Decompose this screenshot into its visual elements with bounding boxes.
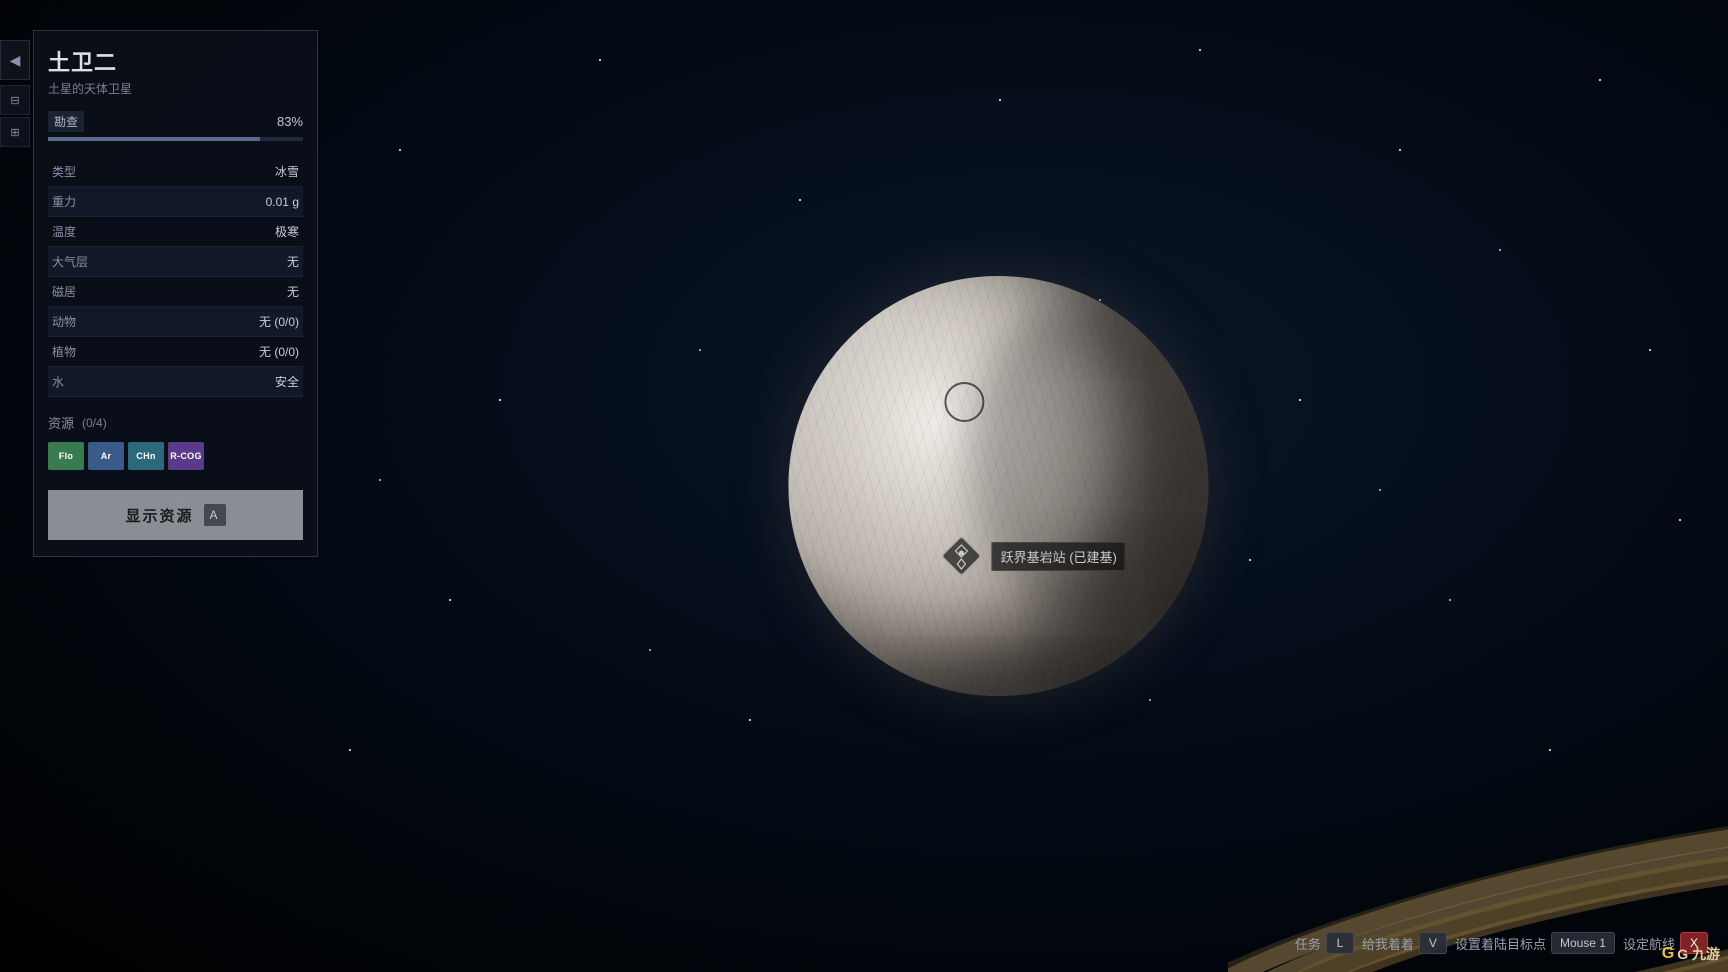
show-resources-label: 显示资源: [125, 505, 193, 526]
survey-section: 勘查 83%: [48, 111, 303, 141]
hud-key-badge[interactable]: L: [1326, 932, 1354, 954]
info-panel: 土卫二 土星的天体卫星 勘查 83% 类型 冰雪 重力 0.01 g 温度 极寒…: [33, 30, 318, 557]
planet-subtitle: 土星的天体卫星: [48, 80, 303, 97]
table-row: 温度 极寒: [48, 217, 303, 247]
orbit-marker: [945, 382, 985, 422]
planet-sphere: [788, 276, 1208, 696]
hud-key-badge[interactable]: V: [1419, 932, 1447, 954]
stat-value: 安全: [163, 367, 303, 397]
resources-header: 资源 (0/4): [48, 413, 303, 432]
stat-key: 植物: [48, 337, 163, 367]
table-row: 植物 无 (0/0): [48, 337, 303, 367]
resources-section: 资源 (0/4) FloArCHnR-COG: [48, 413, 303, 470]
stat-value: 冰雪: [163, 157, 303, 187]
stat-value: 无: [163, 247, 303, 277]
stat-key: 类型: [48, 157, 163, 187]
survey-label: 勘查: [48, 111, 84, 132]
stat-value: 无 (0/0): [163, 307, 303, 337]
planet-display: 跃界基岩站 (已建基): [788, 276, 1208, 696]
show-resources-button[interactable]: 显示资源 A: [48, 490, 303, 540]
resources-label: 资源: [48, 413, 74, 432]
stat-value: 极寒: [163, 217, 303, 247]
survey-percentage: 83%: [277, 114, 303, 129]
hud-key-badge[interactable]: Mouse 1: [1551, 932, 1615, 954]
hud-item-2: 设置着陆目标点 Mouse 1: [1455, 932, 1615, 954]
stat-key: 水: [48, 367, 163, 397]
chevron-left-icon: ◀: [10, 52, 21, 69]
table-row: 类型 冰雪: [48, 157, 303, 187]
sidebar-toggle-button[interactable]: ◀: [0, 40, 30, 80]
hud-label: 设置着陆目标点: [1455, 934, 1546, 953]
survey-bar-fill: [48, 137, 260, 141]
resource-chip: CHn: [128, 442, 164, 470]
stat-key: 重力: [48, 187, 163, 217]
table-row: 重力 0.01 g: [48, 187, 303, 217]
planet-name: 土卫二: [48, 45, 303, 77]
landing-label: 跃界基岩站 (已建基): [992, 542, 1126, 571]
landing-icon: [940, 534, 984, 578]
resource-chip: Ar: [88, 442, 124, 470]
watermark: G G 九游: [1662, 944, 1720, 964]
resource-chip: R-COG: [168, 442, 204, 470]
table-row: 大气层 无: [48, 247, 303, 277]
table-row: 水 安全: [48, 367, 303, 397]
landing-marker[interactable]: 跃界基岩站 (已建基): [940, 534, 1126, 578]
table-row: 动物 无 (0/0): [48, 307, 303, 337]
resource-icons: FloArCHnR-COG: [48, 442, 303, 470]
survey-header: 勘查 83%: [48, 111, 303, 132]
hud-item-0: 任务 L: [1295, 932, 1354, 954]
hud-label: 任务: [1295, 934, 1321, 953]
sidebar-grid-icon[interactable]: ⊞: [0, 117, 30, 147]
map-icon: ⊟: [10, 94, 19, 107]
table-row: 磁居 无: [48, 277, 303, 307]
sidebar-icons-panel: ⊟ ⊞: [0, 85, 30, 147]
stat-key: 大气层: [48, 247, 163, 277]
resources-count: (0/4): [82, 416, 107, 430]
stat-key: 磁居: [48, 277, 163, 307]
resource-chip: Flo: [48, 442, 84, 470]
hud-label: 给我着着: [1362, 934, 1414, 953]
stats-table: 类型 冰雪 重力 0.01 g 温度 极寒 大气层 无 磁居 无 动物 无 (0…: [48, 157, 303, 397]
survey-bar-background: [48, 137, 303, 141]
bottom-hud: 任务 L 给我着着 V 设置着陆目标点 Mouse 1 设定航线 X: [1295, 932, 1708, 954]
stat-value: 无 (0/0): [163, 337, 303, 367]
stat-key: 温度: [48, 217, 163, 247]
grid-icon: ⊞: [10, 126, 19, 139]
stat-value: 0.01 g: [163, 187, 303, 217]
show-resources-key-badge: A: [204, 504, 226, 526]
hud-item-1: 给我着着 V: [1362, 932, 1447, 954]
sidebar-map-icon[interactable]: ⊟: [0, 85, 30, 115]
stat-value: 无: [163, 277, 303, 307]
stat-key: 动物: [48, 307, 163, 337]
